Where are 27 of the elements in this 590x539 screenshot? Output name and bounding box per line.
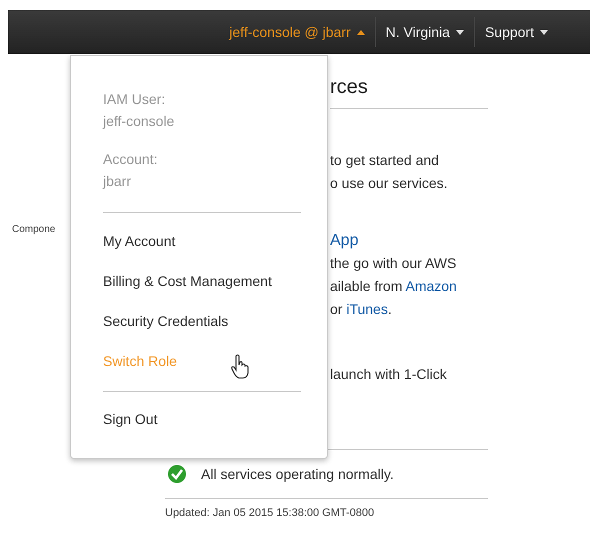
text-line: launch with 1-Click	[330, 365, 448, 384]
store-link[interactable]: iTunes	[346, 301, 388, 317]
menu-item[interactable]: My Account	[103, 221, 176, 261]
side-label: Compone	[12, 224, 56, 235]
nav-menu-button[interactable]: Support	[474, 24, 558, 40]
section-heading: rces	[330, 76, 488, 109]
text-line: or iTunes.	[330, 300, 393, 319]
updated-text: Updated: Jan 05 2015 15:38:00 GMT-0800	[165, 506, 376, 519]
caret-icon	[456, 30, 464, 34]
menu-item[interactable]: Billing & Cost Management	[103, 261, 272, 301]
text-line: ailable from Amazon	[330, 277, 458, 296]
nav-menu-button[interactable]: jeff-console @ jbarr	[219, 24, 375, 40]
info-value: jbarr	[103, 172, 132, 191]
store-link[interactable]: Amazon	[405, 278, 457, 294]
text-line: to get started and	[330, 151, 440, 170]
menu-item[interactable]: Sign Out	[103, 399, 158, 439]
menu-item[interactable]: Security Credentials	[103, 301, 228, 341]
caret-icon	[356, 30, 365, 34]
text-line: the go with our AWS	[330, 254, 458, 273]
info-value: jeff-console	[103, 112, 174, 131]
text-line: o use our services.	[330, 174, 448, 193]
caret-icon	[540, 30, 548, 34]
info-label: Account:	[103, 150, 158, 169]
app-link[interactable]: App	[330, 230, 488, 252]
info-label: IAM User:	[103, 90, 166, 109]
status-text: All services operating normally.	[201, 466, 394, 482]
nav-menu-button[interactable]: N. Virginia	[376, 24, 474, 40]
